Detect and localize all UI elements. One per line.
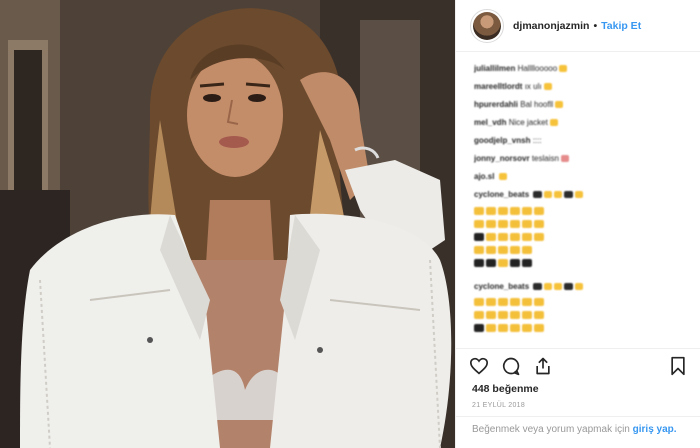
comment-text: teslaisn xyxy=(531,154,559,163)
comments-list: juliallilmen Hallllooooo mareelltlordt ı… xyxy=(474,64,694,208)
login-prompt: Beğenmek veya yorum yapmak için giriş ya… xyxy=(456,416,700,448)
comment-text: Bal hoofll xyxy=(520,100,554,109)
post-photo-illustration xyxy=(0,0,455,448)
login-link[interactable]: giriş yap. xyxy=(633,424,677,435)
login-prompt-text: Beğenmek veya yorum yapmak için xyxy=(472,424,630,435)
comment-text: :::: xyxy=(532,136,542,145)
emoji-icon xyxy=(543,83,552,91)
comment-icon[interactable] xyxy=(500,355,522,377)
follow-button[interactable]: Takip Et xyxy=(601,20,641,32)
comment-item: juliallilmen Hallllooooo xyxy=(474,64,694,73)
heart-icon[interactable] xyxy=(468,355,490,377)
post-actions xyxy=(456,348,700,382)
comment-item: mel_vdh Nice jacket xyxy=(474,118,694,127)
comment-user[interactable]: goodjelp_vnsh xyxy=(474,136,530,145)
comment-user[interactable]: cyclone_beats xyxy=(474,282,529,291)
post-date: 21 EYLÜL 2018 xyxy=(472,402,526,409)
share-icon[interactable] xyxy=(532,355,554,377)
comment-user[interactable]: mareelltlordt xyxy=(474,82,522,91)
emoji-icon xyxy=(555,101,564,109)
comment-user[interactable]: cyclone_beats xyxy=(474,190,529,199)
post-header: djmanonjazmin • Takip Et xyxy=(456,0,700,52)
avatar[interactable] xyxy=(470,8,504,43)
post-sidebar: djmanonjazmin • Takip Et juliallilmen Ha… xyxy=(455,0,700,448)
comment-item: ajo.sl xyxy=(474,172,694,181)
comment-text: ıx ulı xyxy=(524,82,542,91)
emoji-icon xyxy=(549,119,558,127)
comment-item: goodjelp_vnsh :::: xyxy=(474,136,694,145)
comment-text: Nice jacket xyxy=(508,118,548,127)
comment-item: mareelltlordt ıx ulı xyxy=(474,82,694,91)
comment-user[interactable]: hpurerdahli xyxy=(474,100,518,109)
post-photo[interactable] xyxy=(0,0,455,448)
comment-item: hpurerdahli Bal hoofll xyxy=(474,100,694,109)
comment-user[interactable]: mel_vdh xyxy=(474,118,506,127)
emoji-icon xyxy=(498,173,507,181)
comment-item: cyclone_beats xyxy=(474,190,694,199)
emoji-icon xyxy=(559,65,568,73)
emoji-grid xyxy=(474,207,546,272)
comment-item: cyclone_beats xyxy=(474,282,694,291)
comment-text: Hallllooooo xyxy=(517,64,558,73)
comment-user[interactable]: jonny_norsovr xyxy=(474,154,530,163)
likes-count[interactable]: 448 beğenme xyxy=(472,383,539,395)
comment-item: jonny_norsovr teslaisn xyxy=(474,154,694,163)
emoji-icon xyxy=(560,155,569,163)
bookmark-icon[interactable] xyxy=(667,355,689,377)
separator-dot: • xyxy=(593,19,598,32)
comment-user[interactable]: juliallilmen xyxy=(474,64,515,73)
comment-user[interactable]: ajo.sl xyxy=(474,172,494,181)
emoji-grid-2 xyxy=(474,298,546,337)
username-link[interactable]: djmanonjazmin xyxy=(513,20,589,32)
